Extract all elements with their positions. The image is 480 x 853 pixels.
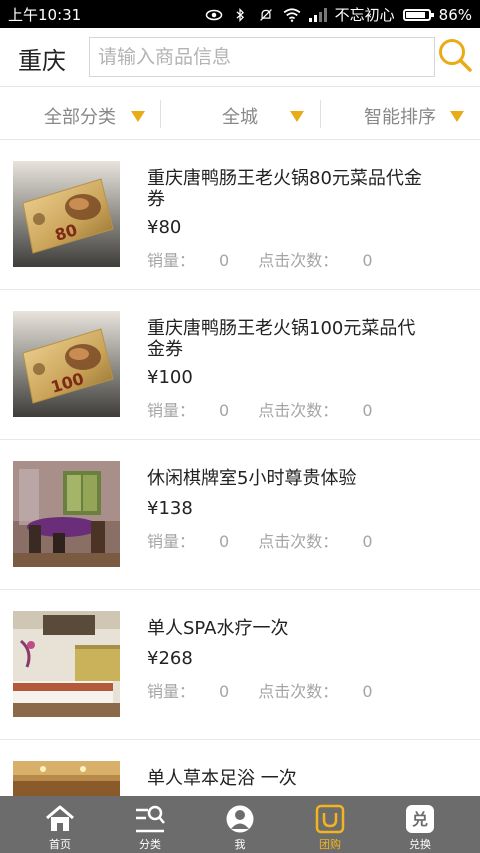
exchange-icon: 兑 bbox=[406, 805, 434, 833]
nav-label: 分类 bbox=[139, 838, 161, 851]
item-title: 重庆唐鸭肠王老火锅80元菜品代金券 bbox=[147, 168, 422, 210]
spa-room-image bbox=[13, 611, 120, 717]
sales-value: 0 bbox=[219, 401, 230, 420]
nav-label: 兑换 bbox=[409, 838, 431, 851]
item-meta: 销量： 0 点击次数： 0 bbox=[147, 678, 373, 702]
sales-value: 0 bbox=[219, 532, 230, 551]
item-thumbnail: 100 bbox=[13, 311, 120, 417]
city-selector[interactable]: 重庆 bbox=[18, 41, 66, 76]
voucher-card-image: 80 bbox=[13, 161, 120, 267]
item-price: ¥100 bbox=[147, 367, 193, 388]
clicks-value: 0 bbox=[362, 532, 373, 551]
item-thumbnail bbox=[13, 461, 120, 567]
nav-group-buy[interactable]: 团购 bbox=[282, 796, 378, 853]
filter-bar: 全部分类 全城 智能排序 bbox=[0, 87, 480, 140]
filter-area[interactable]: 全城 bbox=[160, 87, 320, 139]
sales-label: 销量： bbox=[147, 682, 196, 701]
nav-me[interactable]: 我 bbox=[192, 796, 288, 853]
nav-category[interactable]: 分类 bbox=[102, 796, 198, 853]
eye-icon bbox=[205, 9, 222, 20]
sales-label: 销量： bbox=[147, 251, 196, 270]
sales-label: 销量： bbox=[147, 401, 196, 420]
nav-label: 首页 bbox=[49, 838, 71, 851]
category-search-icon bbox=[136, 805, 165, 833]
dropdown-triangle-icon bbox=[131, 111, 145, 122]
sales-value: 0 bbox=[219, 251, 230, 270]
item-price: ¥80 bbox=[147, 217, 182, 238]
bluetooth-icon bbox=[236, 7, 244, 22]
battery-percent: 86% bbox=[438, 5, 472, 24]
clicks-value: 0 bbox=[362, 682, 373, 701]
header-bar: 重庆 bbox=[0, 28, 480, 87]
list-item[interactable]: 休闲棋牌室5小时尊贵体验 ¥138 销量： 0 点击次数： 0 bbox=[0, 440, 480, 590]
filter-label: 全城 bbox=[222, 107, 258, 128]
sales-value: 0 bbox=[219, 682, 230, 701]
status-time: 上午10:31 bbox=[8, 6, 82, 24]
list-item[interactable]: 100 重庆唐鸭肠王老火锅100元菜品代金券 ¥100 销量： 0 点击次数： 0 bbox=[0, 290, 480, 440]
sales-label: 销量： bbox=[147, 532, 196, 551]
list-item[interactable]: 单人SPA水疗一次 ¥268 销量： 0 点击次数： 0 bbox=[0, 590, 480, 740]
list-item[interactable]: 80 重庆唐鸭肠王老火锅80元菜品代金券 ¥80 销量： 0 点击次数： 0 bbox=[0, 140, 480, 290]
group-buy-icon bbox=[315, 804, 345, 834]
voucher-card-image: 100 bbox=[13, 311, 120, 417]
carrier-name: 不忘初心 bbox=[334, 6, 395, 24]
item-price: ¥138 bbox=[147, 498, 193, 519]
search-icon[interactable] bbox=[437, 37, 473, 75]
product-list[interactable]: 80 重庆唐鸭肠王老火锅80元菜品代金券 ¥80 销量： 0 点击次数： 0 100 bbox=[0, 140, 480, 796]
wifi-icon bbox=[283, 7, 301, 22]
clicks-value: 0 bbox=[362, 401, 373, 420]
filter-label: 全部分类 bbox=[44, 107, 116, 128]
dropdown-triangle-icon bbox=[290, 111, 304, 122]
item-title: 重庆唐鸭肠王老火锅100元菜品代金券 bbox=[147, 318, 416, 360]
item-meta: 销量： 0 点击次数： 0 bbox=[147, 247, 373, 271]
dropdown-triangle-icon bbox=[450, 111, 464, 122]
nav-label: 我 bbox=[234, 838, 246, 851]
clicks-label: 点击次数： bbox=[258, 251, 339, 270]
nav-home[interactable]: 首页 bbox=[12, 796, 108, 853]
item-thumbnail: 80 bbox=[13, 161, 120, 267]
status-right: 不忘初心 86% bbox=[205, 4, 472, 25]
clicks-label: 点击次数： bbox=[258, 532, 339, 551]
user-icon bbox=[226, 805, 254, 833]
bottom-nav: 首页 分类 我 团购 兑 兑换 bbox=[0, 796, 480, 853]
clicks-label: 点击次数： bbox=[258, 682, 339, 701]
item-thumbnail bbox=[13, 761, 120, 796]
home-icon bbox=[46, 805, 74, 831]
status-bar: 上午10:31 不忘初心 86% bbox=[0, 0, 480, 28]
nav-exchange[interactable]: 兑 兑换 bbox=[372, 796, 468, 853]
mahjong-room-image bbox=[13, 461, 120, 567]
item-title: 单人草本足浴 一次 bbox=[147, 768, 297, 789]
item-meta: 销量： 0 点击次数： 0 bbox=[147, 397, 373, 421]
item-price: ¥268 bbox=[147, 648, 193, 669]
list-item[interactable]: 单人草本足浴 一次 bbox=[0, 740, 480, 796]
item-meta: 销量： 0 点击次数： 0 bbox=[147, 528, 373, 552]
filter-category[interactable]: 全部分类 bbox=[0, 87, 160, 139]
item-thumbnail bbox=[13, 611, 120, 717]
item-title: 单人SPA水疗一次 bbox=[147, 618, 289, 639]
signal-icon bbox=[308, 7, 327, 22]
clicks-label: 点击次数： bbox=[258, 401, 339, 420]
item-title: 休闲棋牌室5小时尊贵体验 bbox=[147, 468, 357, 489]
clicks-value: 0 bbox=[362, 251, 373, 270]
nav-label: 团购 bbox=[319, 838, 341, 851]
svg-text:兑: 兑 bbox=[412, 810, 428, 829]
battery-icon bbox=[402, 8, 434, 21]
filter-sort[interactable]: 智能排序 bbox=[320, 87, 480, 139]
filter-label: 智能排序 bbox=[364, 107, 436, 128]
footbath-room-image bbox=[13, 761, 120, 796]
search-input[interactable] bbox=[89, 37, 435, 77]
mute-icon bbox=[259, 8, 272, 21]
